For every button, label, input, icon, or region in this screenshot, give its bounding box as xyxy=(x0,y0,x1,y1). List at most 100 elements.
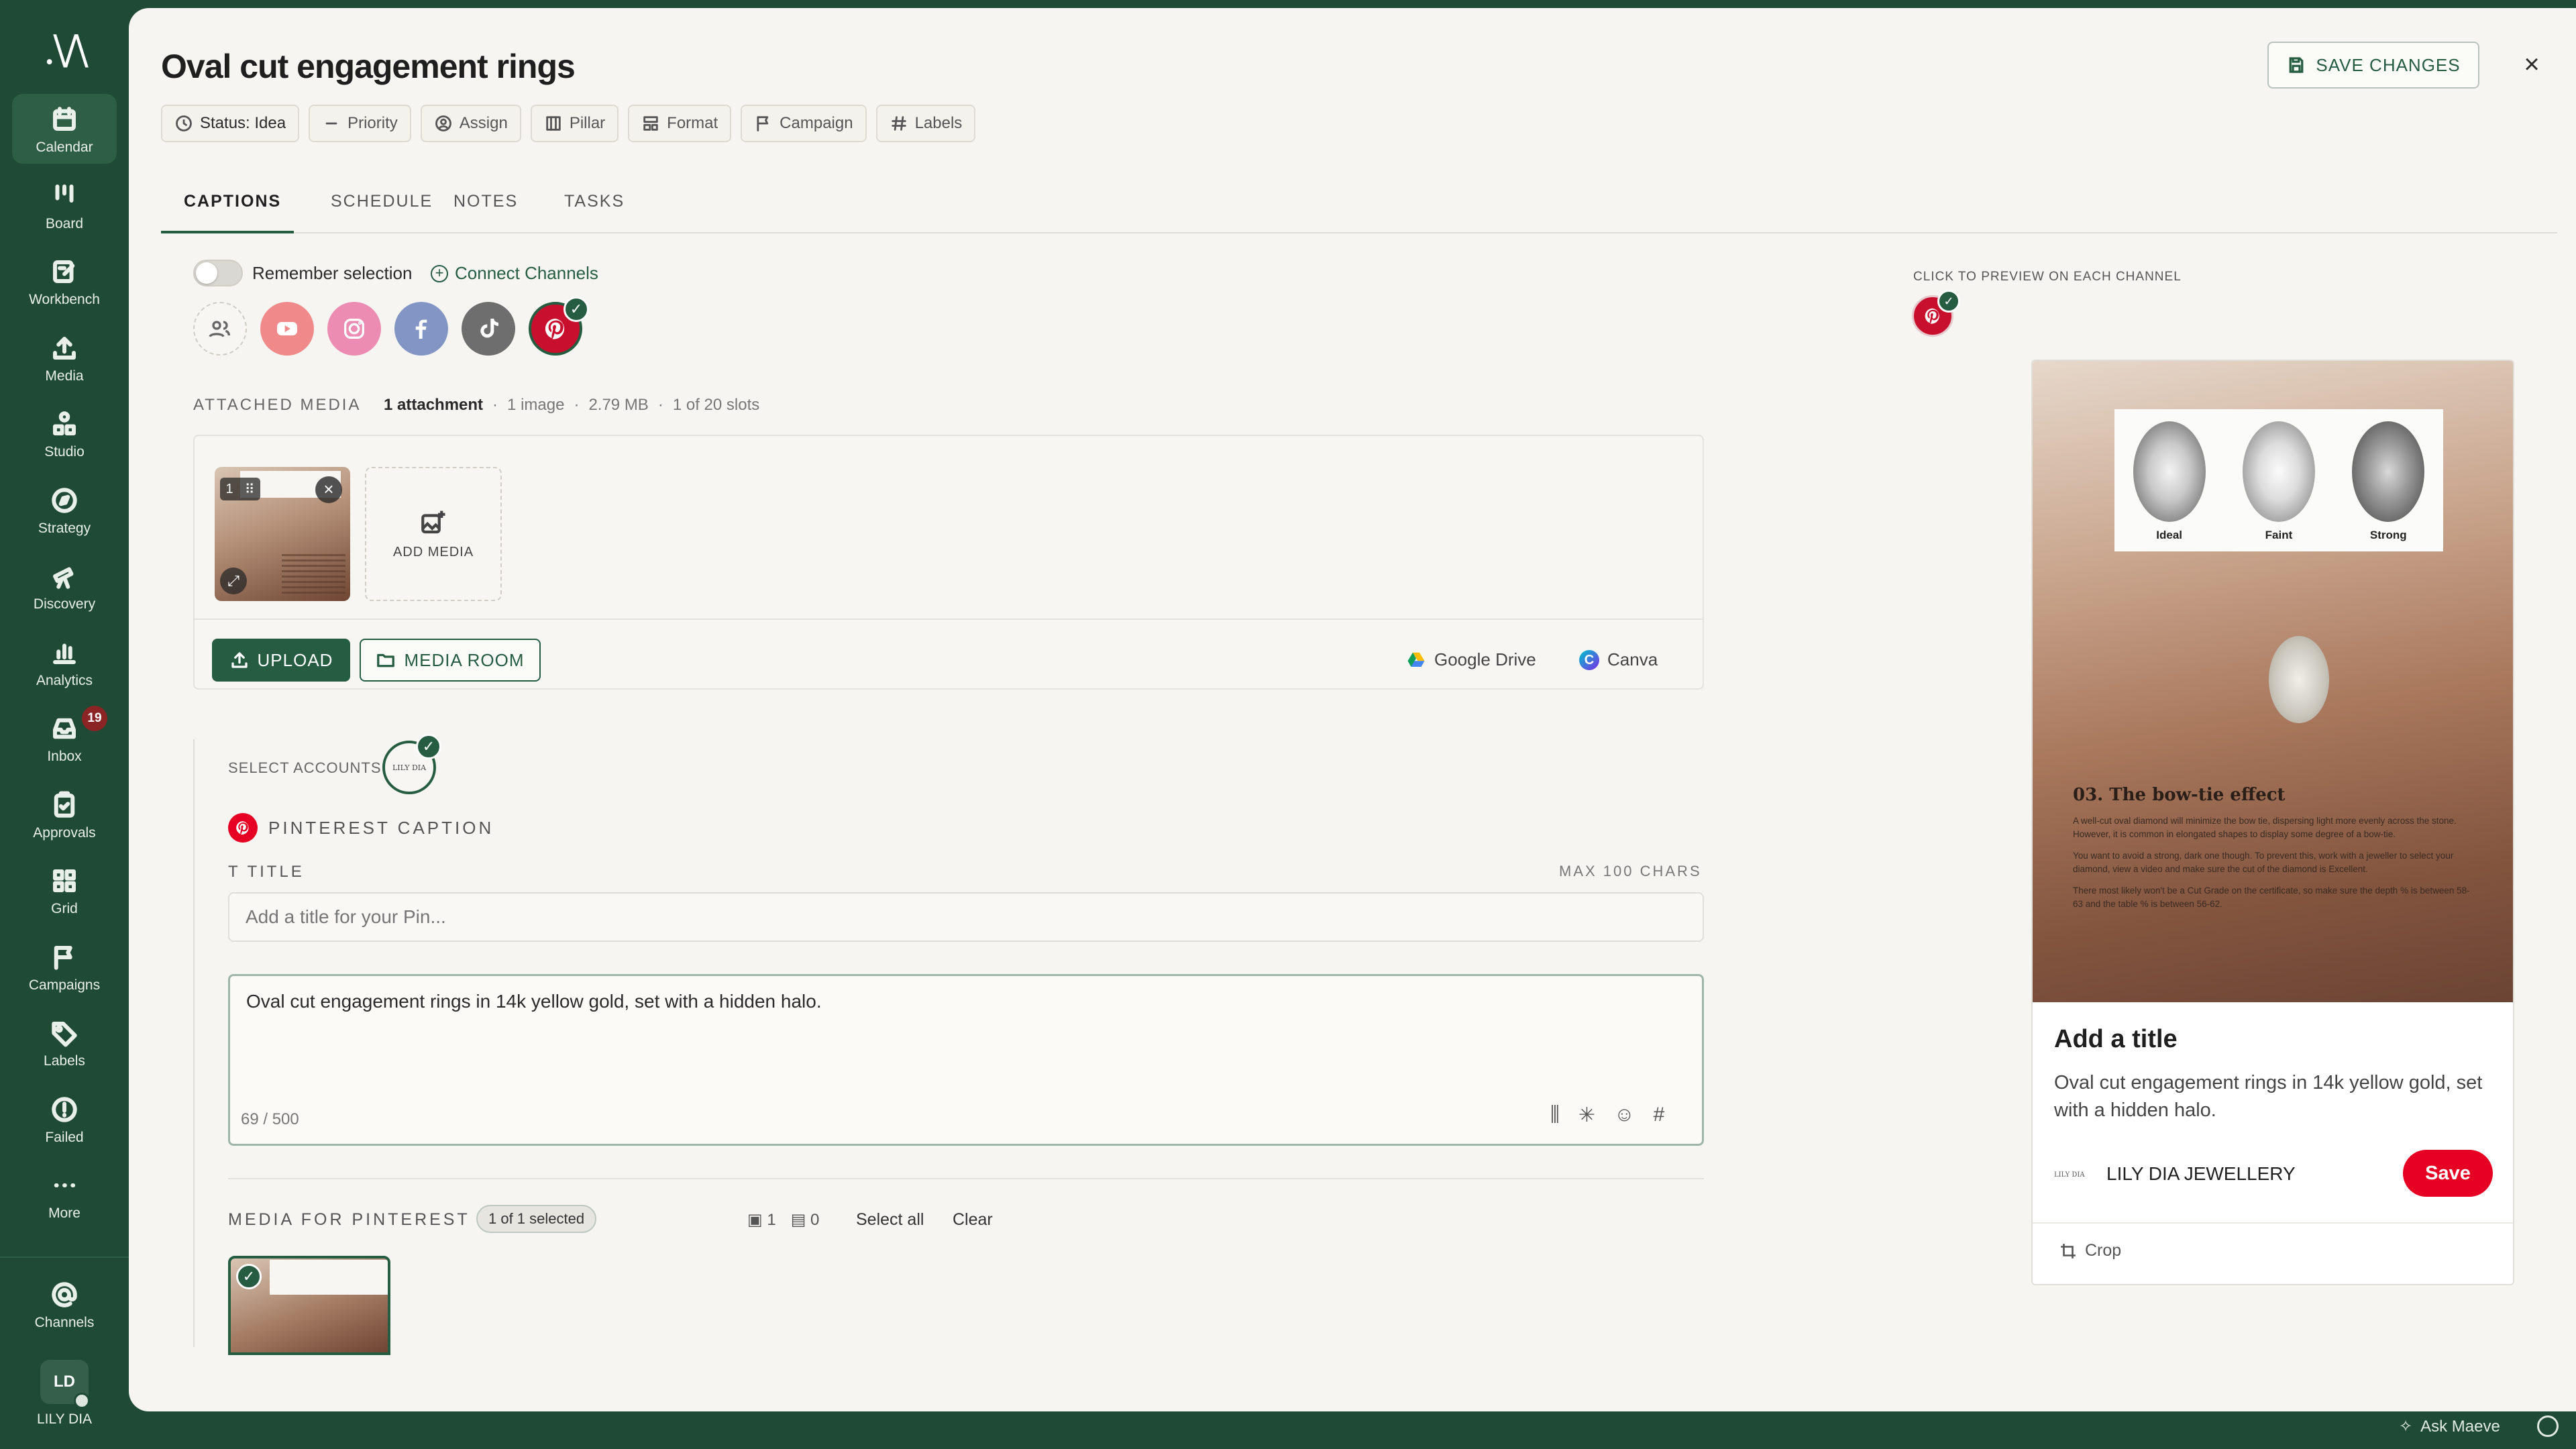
sidebar-item-studio[interactable]: Studio xyxy=(12,398,117,468)
channel-youtube[interactable] xyxy=(260,302,314,356)
google-drive-link[interactable]: Google Drive xyxy=(1406,649,1536,670)
sidebar-item-board[interactable]: Board xyxy=(12,170,117,240)
sidebar-item-inbox[interactable]: Inbox 19 xyxy=(12,703,117,773)
instagram-icon xyxy=(344,319,364,339)
chip-label: Assign xyxy=(459,114,508,132)
pin-title-input[interactable] xyxy=(228,892,1704,942)
crop-button[interactable]: Crop xyxy=(2059,1241,2121,1260)
preview-hint: CLICK TO PREVIEW ON EACH CHANNEL xyxy=(1913,270,2182,284)
pinterest-media-thumbnail[interactable]: ✓ xyxy=(228,1256,390,1355)
status-chip[interactable]: Status: Idea xyxy=(161,105,300,142)
sidebar-item-grid[interactable]: Grid xyxy=(12,855,117,925)
ask-maeve-button[interactable]: ✧ Ask Maeve xyxy=(2399,1417,2500,1436)
section-divider xyxy=(228,1178,1704,1179)
sidebar-item-media[interactable]: Media xyxy=(12,323,117,392)
attached-media-box: 1 ⠿ × ⤢ ADD MEDIA UPLOAD MEDIA ROOM Googl… xyxy=(193,435,1704,690)
labels-chip[interactable]: Labels xyxy=(875,105,976,142)
campaign-chip[interactable]: Campaign xyxy=(741,105,867,142)
telescope-icon xyxy=(48,560,80,592)
hash-icon xyxy=(891,116,906,131)
sidebar-item-label: Approvals xyxy=(33,825,96,841)
sidebar-item-workbench[interactable]: Workbench xyxy=(12,246,117,316)
flag-icon xyxy=(48,941,80,973)
sidebar-item-campaigns[interactable]: Campaigns xyxy=(12,932,117,1002)
sidebar-item-approvals[interactable]: Approvals xyxy=(12,780,117,849)
google-drive-icon xyxy=(1407,652,1425,667)
video-count: ▤ 0 xyxy=(791,1210,820,1230)
attachment-order-handle[interactable]: 1 ⠿ xyxy=(220,478,260,500)
thumbnail-diamond-card xyxy=(270,1260,388,1295)
format-chip[interactable]: Format xyxy=(628,105,732,142)
compass-icon xyxy=(48,484,80,517)
save-changes-button[interactable]: SAVE CHANGES xyxy=(2267,42,2479,89)
channel-instagram[interactable] xyxy=(327,302,381,356)
channel-tiktok[interactable] xyxy=(462,302,515,356)
sidebar-item-calendar[interactable]: Calendar xyxy=(12,94,117,164)
post-meta-chips: Status: Idea Priority Assign Pillar Form… xyxy=(161,105,976,142)
sidebar-item-failed[interactable]: Failed xyxy=(12,1084,117,1154)
hashtag-icon[interactable]: # xyxy=(1654,1104,1665,1127)
media-room-label: MEDIA ROOM xyxy=(404,649,525,670)
attachment-index: 1 xyxy=(225,481,233,496)
remember-selection-toggle[interactable] xyxy=(193,260,243,286)
account-selected-check-icon: ✓ xyxy=(416,734,441,759)
select-accounts-label: SELECT ACCOUNTS xyxy=(228,759,382,776)
inbox-badge: 19 xyxy=(82,706,107,731)
upload-button[interactable]: UPLOAD xyxy=(212,639,350,682)
pinterest-pin-preview: Ideal Faint Strong 03. The bow-tie effec… xyxy=(2031,360,2514,1285)
assign-chip[interactable]: Assign xyxy=(420,105,521,142)
upload-label: UPLOAD xyxy=(257,649,333,670)
chip-label: Labels xyxy=(914,114,963,132)
tab-notes[interactable]: NOTES xyxy=(453,192,518,211)
connect-channels-link[interactable]: + Connect Channels xyxy=(431,263,598,284)
tab-captions[interactable]: CAPTIONS xyxy=(184,192,281,211)
pillar-chip[interactable]: Pillar xyxy=(530,105,619,142)
save-changes-label: SAVE CHANGES xyxy=(2316,54,2461,75)
ai-sparkle-icon[interactable]: ✳ xyxy=(1578,1104,1595,1127)
remove-attachment-icon[interactable]: × xyxy=(315,476,342,503)
active-tab-indicator xyxy=(161,231,294,233)
channel-facebook[interactable] xyxy=(394,302,448,356)
sidebar-item-channels[interactable]: Channels xyxy=(12,1269,117,1339)
expand-icon[interactable]: ⤢ xyxy=(220,568,247,594)
tab-schedule[interactable]: SCHEDULE xyxy=(331,192,433,211)
image-heading: 03. The bow-tie effect xyxy=(2073,785,2286,805)
library-icon[interactable]: ⫼ xyxy=(1550,1104,1560,1127)
columns-icon xyxy=(546,116,561,131)
tab-tasks[interactable]: TASKS xyxy=(564,192,625,211)
sidebar-item-strategy[interactable]: Strategy xyxy=(12,475,117,545)
pin-save-button[interactable]: Save xyxy=(2403,1150,2493,1197)
canva-icon: C xyxy=(1579,649,1599,670)
add-media-button[interactable]: ADD MEDIA xyxy=(365,467,502,601)
sidebar-item-label: Failed xyxy=(45,1130,84,1145)
canva-link[interactable]: C Canva xyxy=(1579,649,1658,670)
title-field-label: T TITLE xyxy=(228,863,305,881)
history-icon[interactable] xyxy=(2537,1415,2559,1437)
caption-textarea[interactable]: Oval cut engagement rings in 14k yellow … xyxy=(228,974,1704,1146)
priority-chip[interactable]: Priority xyxy=(309,105,411,142)
studio-icon xyxy=(48,408,80,440)
sidebar-item-label: Media xyxy=(45,368,84,384)
caption-text[interactable]: Oval cut engagement rings in 14k yellow … xyxy=(246,991,822,1012)
pin-preview-description: Oval cut engagement rings in 14k yellow … xyxy=(2054,1072,2483,1121)
channel-group-button[interactable] xyxy=(193,302,247,356)
image-icon: ▣ xyxy=(747,1211,767,1229)
sidebar-item-more[interactable]: More xyxy=(12,1160,117,1230)
media-room-button[interactable]: MEDIA ROOM xyxy=(360,639,541,682)
clear-link[interactable]: Clear xyxy=(953,1210,993,1230)
pinterest-caption-header: PINTEREST CAPTION xyxy=(228,813,494,843)
brand-logo: LILY DIA xyxy=(2054,1171,2085,1179)
select-all-link[interactable]: Select all xyxy=(856,1210,924,1230)
app-logo[interactable]: .\/\ xyxy=(38,27,91,74)
image-count: 1 image xyxy=(507,396,565,414)
sidebar-item-discovery[interactable]: Discovery xyxy=(12,551,117,621)
ask-maeve-label: Ask Maeve xyxy=(2420,1417,2500,1436)
close-icon[interactable]: × xyxy=(2516,48,2548,80)
sidebar-item-labels[interactable]: Labels xyxy=(12,1008,117,1077)
emoji-icon[interactable]: ☺ xyxy=(1614,1104,1635,1127)
crop-label: Crop xyxy=(2085,1241,2122,1260)
sidebar-item-analytics[interactable]: Analytics xyxy=(12,627,117,697)
attachment-thumbnail[interactable]: 1 ⠿ × ⤢ xyxy=(215,467,350,601)
sidebar-item-label: Grid xyxy=(51,901,78,916)
attached-media-label: ATTACHED MEDIA xyxy=(193,396,362,414)
